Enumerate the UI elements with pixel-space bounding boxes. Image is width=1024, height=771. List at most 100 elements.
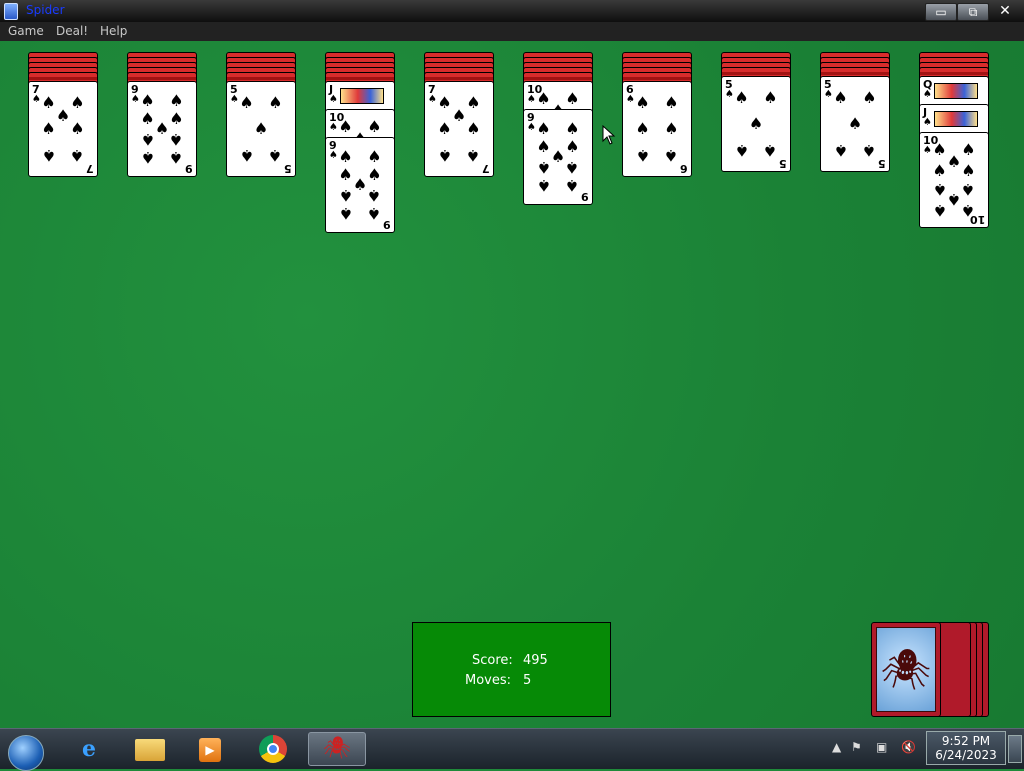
- spade-pip-icon: ♠: [437, 119, 452, 138]
- spade-pip-icon: ♠: [338, 146, 353, 166]
- spade-pip-icon: ♠: [565, 157, 580, 177]
- spade-pip-icon: ♠: [961, 140, 976, 160]
- court-card-art: [340, 88, 384, 104]
- card-corner-rank-bottom: 5: [779, 157, 787, 170]
- network-icon[interactable]: ▣: [876, 740, 887, 754]
- card-9-of-spades[interactable]: 9 ♠ ♠ ♠ ♠ ♠ ♠ ♠ ♠ ♠ ♠ 9: [127, 81, 197, 177]
- spade-pip-icon: ♠: [763, 88, 778, 108]
- clock-date: 6/24/2023: [935, 748, 997, 762]
- action-center-flag-icon[interactable]: ⚑: [851, 740, 862, 754]
- taskbar-chrome[interactable]: [247, 732, 301, 766]
- spade-pip-icon: ♠: [41, 145, 56, 165]
- taskbar-media-player[interactable]: ▶: [182, 732, 236, 766]
- spade-pip-icon: ♠: [268, 93, 283, 113]
- spade-icon: ♠: [329, 94, 338, 105]
- stock-pile[interactable]: 🕷: [871, 622, 941, 717]
- volume-muted-icon[interactable]: 🔇: [901, 740, 916, 754]
- score-panel: Score: 495 Moves: 5: [412, 622, 611, 717]
- show-desktop-button[interactable]: [1008, 735, 1022, 763]
- card-9-of-spades[interactable]: 9 ♠ ♠ ♠ ♠ ♠ ♠ ♠ ♠ ♠ ♠ 9: [325, 137, 395, 233]
- start-button[interactable]: [0, 732, 56, 771]
- close-button[interactable]: ✕: [989, 3, 1021, 19]
- spade-pip-icon: ♠: [734, 140, 749, 160]
- spade-pip-icon: ♠: [154, 119, 170, 138]
- spade-pip-icon: ♠: [932, 140, 947, 160]
- card-10-of-spades[interactable]: 10 ♠ ♠ ♠ ♠ ♠ ♠ ♠ ♠ ♠ ♠ ♠ 10: [919, 132, 989, 228]
- window-title: Spider: [26, 3, 65, 17]
- spade-pip-icon: ♠: [833, 140, 848, 160]
- spade-pip-icon: ♠: [169, 90, 184, 110]
- spade-pip-icon: ♠: [169, 129, 184, 149]
- spade-pip-icon: ♠: [550, 147, 566, 166]
- restore-button[interactable]: ⧉: [957, 3, 989, 21]
- spade-pip-icon: ♠: [338, 204, 353, 224]
- internet-explorer-icon: e: [82, 736, 96, 762]
- spade-pip-icon: ♠: [862, 140, 877, 160]
- spade-pip-icon: ♠: [140, 129, 155, 149]
- spider-icon: 🕷: [880, 646, 932, 693]
- card-5-of-spades[interactable]: 5 ♠ ♠ ♠ ♠ ♠ ♠ 5: [226, 81, 296, 177]
- file-explorer-icon: [135, 739, 165, 761]
- spider-web-art: 🕷: [876, 627, 936, 712]
- court-card-art: [934, 83, 978, 99]
- spade-pip-icon: ♠: [932, 179, 947, 199]
- spade-pip-icon: ♠: [466, 145, 481, 165]
- show-hidden-icons[interactable]: ▲: [832, 740, 841, 754]
- spade-pip-icon: ♠: [41, 119, 56, 138]
- moves-value: 5: [523, 673, 532, 688]
- card-corner-rank: J ♠: [329, 84, 338, 105]
- taskbar: e ▶ 🕷 ▲ ⚑ ▣ 🔇: [0, 728, 1024, 771]
- spade-pip-icon: ♠: [367, 146, 382, 166]
- menu-deal[interactable]: Deal!: [56, 24, 88, 38]
- spade-pip-icon: ♠: [41, 93, 56, 113]
- card-5-of-spades[interactable]: 5 ♠ ♠ ♠ ♠ ♠ ♠ 5: [721, 76, 791, 172]
- spade-pip-icon: ♠: [169, 148, 184, 168]
- score-value: 495: [523, 653, 548, 668]
- spade-pip-icon: ♠: [466, 93, 481, 113]
- spade-pip-icon: ♠: [664, 119, 679, 138]
- score-label: Score:: [472, 653, 513, 668]
- menu-help[interactable]: Help: [100, 24, 127, 38]
- taskbar-internet-explorer[interactable]: e: [62, 732, 116, 766]
- moves-label: Moves:: [465, 673, 512, 688]
- spade-pip-icon: ♠: [338, 165, 353, 185]
- spade-pip-icon: ♠: [635, 93, 650, 113]
- card-corner-rank-bottom: 9: [383, 218, 391, 231]
- taskbar-file-explorer[interactable]: [122, 732, 176, 766]
- spade-pip-icon: ♠: [367, 204, 382, 224]
- windows-start-icon: [8, 735, 44, 771]
- card-7-of-spades[interactable]: 7 ♠ ♠ ♠ ♠ ♠ ♠ ♠ ♠ 7: [424, 81, 494, 177]
- court-card-art: [934, 111, 978, 127]
- spade-pip-icon: ♠: [352, 175, 368, 194]
- taskbar-spider-solitaire[interactable]: 🕷: [308, 732, 366, 766]
- card-corner-rank-bottom: 7: [86, 162, 94, 175]
- spade-pip-icon: ♠: [664, 93, 679, 113]
- spade-pip-icon: ♠: [536, 137, 551, 157]
- spade-pip-icon: ♠: [565, 89, 580, 109]
- spade-pip-icon: ♠: [55, 105, 71, 125]
- card-corner-rank: J ♠: [923, 107, 932, 128]
- spade-pip-icon: ♠: [338, 117, 353, 137]
- card-6-of-spades[interactable]: 6 ♠ ♠ ♠ ♠ ♠ ♠ ♠ 6: [622, 81, 692, 177]
- spade-pip-icon: ♠: [536, 89, 551, 109]
- card-corner-rank-bottom: 10: [969, 213, 985, 226]
- spade-pip-icon: ♠: [70, 119, 85, 138]
- spade-pip-icon: ♠: [748, 114, 764, 133]
- spade-pip-icon: ♠: [536, 157, 551, 177]
- card-corner-rank-bottom: 9: [185, 162, 193, 175]
- spade-pip-icon: ♠: [961, 179, 976, 199]
- spade-pip-icon: ♠: [635, 119, 650, 138]
- card-9-of-spades[interactable]: 9 ♠ ♠ ♠ ♠ ♠ ♠ ♠ ♠ ♠ ♠ 9: [523, 109, 593, 205]
- media-player-icon: ▶: [199, 738, 221, 762]
- menu-game[interactable]: Game: [8, 24, 44, 38]
- clock-time: 9:52 PM: [941, 734, 991, 748]
- card-corner-rank-bottom: 9: [581, 190, 589, 203]
- minimize-button[interactable]: ▭: [925, 3, 957, 21]
- spade-pip-icon: ♠: [367, 185, 382, 205]
- card-7-of-spades[interactable]: 7 ♠ ♠ ♠ ♠ ♠ ♠ ♠ ♠ 7: [28, 81, 98, 177]
- card-5-of-spades[interactable]: 5 ♠ ♠ ♠ ♠ ♠ ♠ 5: [820, 76, 890, 172]
- clock[interactable]: 9:52 PM 6/24/2023: [926, 731, 1006, 765]
- spider-app-icon: [4, 3, 18, 20]
- card-corner-rank-bottom: 6: [680, 162, 688, 175]
- spade-pip-icon: ♠: [253, 119, 269, 138]
